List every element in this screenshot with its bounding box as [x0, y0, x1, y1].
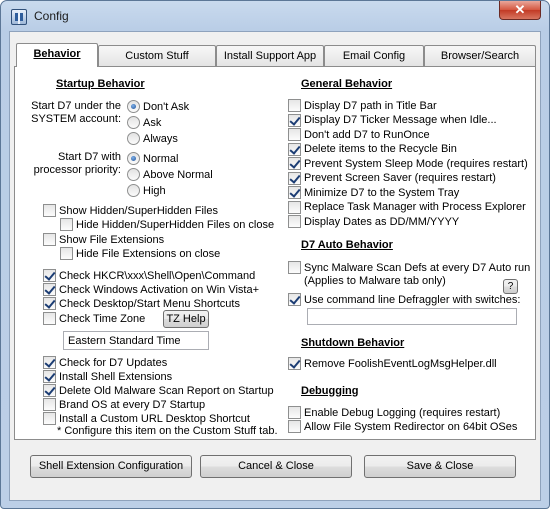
use-defraggler-checkbox[interactable]: Use command line Defraggler with switche… — [288, 293, 520, 306]
custom-stuff-note: * Configure this item on the Custom Stuf… — [57, 425, 278, 437]
shutdown-behavior-title: Shutdown Behavior — [301, 337, 405, 349]
display-path-title-bar-checkbox[interactable]: Display D7 path in Title Bar — [288, 99, 437, 112]
tab-install-support-app[interactable]: Install Support App — [216, 45, 324, 66]
tab-custom-stuff[interactable]: Custom Stuff — [98, 45, 216, 66]
display-dates-ddmmyyyy-checkbox[interactable]: Display Dates as DD/MM/YYYY — [288, 215, 459, 228]
prevent-sleep-mode-checkbox[interactable]: Prevent System Sleep Mode (requires rest… — [288, 157, 528, 170]
processor-priority-label: Start D7 with processor priority: — [33, 151, 121, 176]
check-desktop-shortcuts-checkbox[interactable]: Check Desktop/Start Menu Shortcuts — [43, 297, 240, 310]
tz-help-button[interactable]: TZ Help — [163, 310, 209, 328]
brand-os-checkbox[interactable]: Brand OS at every D7 Startup — [43, 398, 205, 411]
show-file-extensions-checkbox[interactable]: Show File Extensions — [43, 233, 164, 246]
system-account-label: Start D7 under the SYSTEM account: — [31, 100, 121, 125]
replace-task-manager-checkbox[interactable]: Replace Task Manager with Process Explor… — [288, 200, 526, 214]
priority-high-radio[interactable]: High — [127, 184, 166, 197]
priority-above-normal-radio[interactable]: Above Normal — [127, 168, 213, 181]
defraggler-switches-field[interactable] — [307, 308, 517, 325]
debugging-title: Debugging — [301, 385, 359, 397]
dont-add-runonce-checkbox[interactable]: Don't add D7 to RunOnce — [288, 128, 430, 141]
title-bar[interactable]: Config ✕ — [1, 1, 549, 31]
general-behavior-title: General Behavior — [301, 78, 393, 90]
enable-debug-logging-checkbox[interactable]: Enable Debug Logging (requires restart) — [288, 406, 500, 419]
tab-behavior[interactable]: Behavior — [16, 43, 98, 67]
install-shell-extensions-checkbox[interactable]: Install Shell Extensions — [43, 370, 172, 383]
tab-email-config[interactable]: Email Config — [324, 45, 424, 66]
tab-browser-search[interactable]: Browser/Search — [424, 45, 536, 66]
allow-fs-redirector-checkbox[interactable]: Allow File System Redirector on 64bit OS… — [288, 420, 517, 433]
hide-file-extensions-checkbox[interactable]: Hide File Extensions on close — [60, 247, 220, 260]
check-windows-activation-checkbox[interactable]: Check Windows Activation on Win Vista+ — [43, 283, 259, 296]
config-window: Config ✕ Behavior Custom Stuff Install S… — [0, 0, 550, 509]
minimize-to-tray-checkbox[interactable]: Minimize D7 to the System Tray — [288, 186, 459, 199]
system-always-radio[interactable]: Always — [127, 132, 178, 145]
time-zone-field[interactable]: Eastern Standard Time — [63, 331, 209, 350]
prevent-screen-saver-checkbox[interactable]: Prevent Screen Saver (requires restart) — [288, 171, 496, 185]
show-hidden-files-checkbox[interactable]: Show Hidden/SuperHidden Files — [43, 204, 218, 217]
display-ticker-message-checkbox[interactable]: Display D7 Ticker Message when Idle... — [288, 113, 497, 127]
close-button[interactable]: ✕ — [499, 1, 541, 20]
hide-hidden-files-checkbox[interactable]: Hide Hidden/SuperHidden Files on close — [60, 218, 274, 231]
startup-behavior-title: Startup Behavior — [56, 78, 145, 90]
check-hkcr-checkbox[interactable]: Check HKCR\xxx\Shell\Open\Command — [43, 269, 255, 282]
system-ask-radio[interactable]: Ask — [127, 116, 161, 129]
check-d7-updates-checkbox[interactable]: Check for D7 Updates — [43, 356, 167, 369]
d7-auto-behavior-title: D7 Auto Behavior — [301, 239, 393, 251]
window-title: Config — [34, 9, 69, 23]
cancel-close-button[interactable]: Cancel & Close — [200, 455, 352, 478]
remove-foolish-dll-checkbox[interactable]: Remove FoolishEventLogMsgHelper.dll — [288, 357, 497, 370]
behavior-panel: Startup Behavior Start D7 under the SYST… — [14, 66, 536, 440]
system-dont-ask-radio[interactable]: Don't Ask — [127, 100, 189, 113]
sync-malware-defs-note: (Applies to Malware tab only) — [304, 275, 446, 287]
client-area: Behavior Custom Stuff Install Support Ap… — [9, 31, 541, 501]
shell-extension-configuration-button[interactable]: Shell Extension Configuration — [30, 455, 192, 478]
defraggler-help-button[interactable]: ? — [503, 279, 518, 294]
app-icon — [11, 9, 27, 25]
save-close-button[interactable]: Save & Close — [364, 455, 516, 478]
delete-to-recycle-bin-checkbox[interactable]: Delete items to the Recycle Bin — [288, 142, 457, 156]
check-time-zone-checkbox[interactable]: Check Time Zone — [43, 312, 145, 325]
sync-malware-defs-checkbox[interactable]: Sync Malware Scan Defs at every D7 Auto … — [288, 261, 530, 274]
delete-old-scan-report-checkbox[interactable]: Delete Old Malware Scan Report on Startu… — [43, 384, 274, 397]
install-custom-url-checkbox[interactable]: Install a Custom URL Desktop Shortcut — [43, 412, 250, 425]
priority-normal-radio[interactable]: Normal — [127, 152, 178, 165]
